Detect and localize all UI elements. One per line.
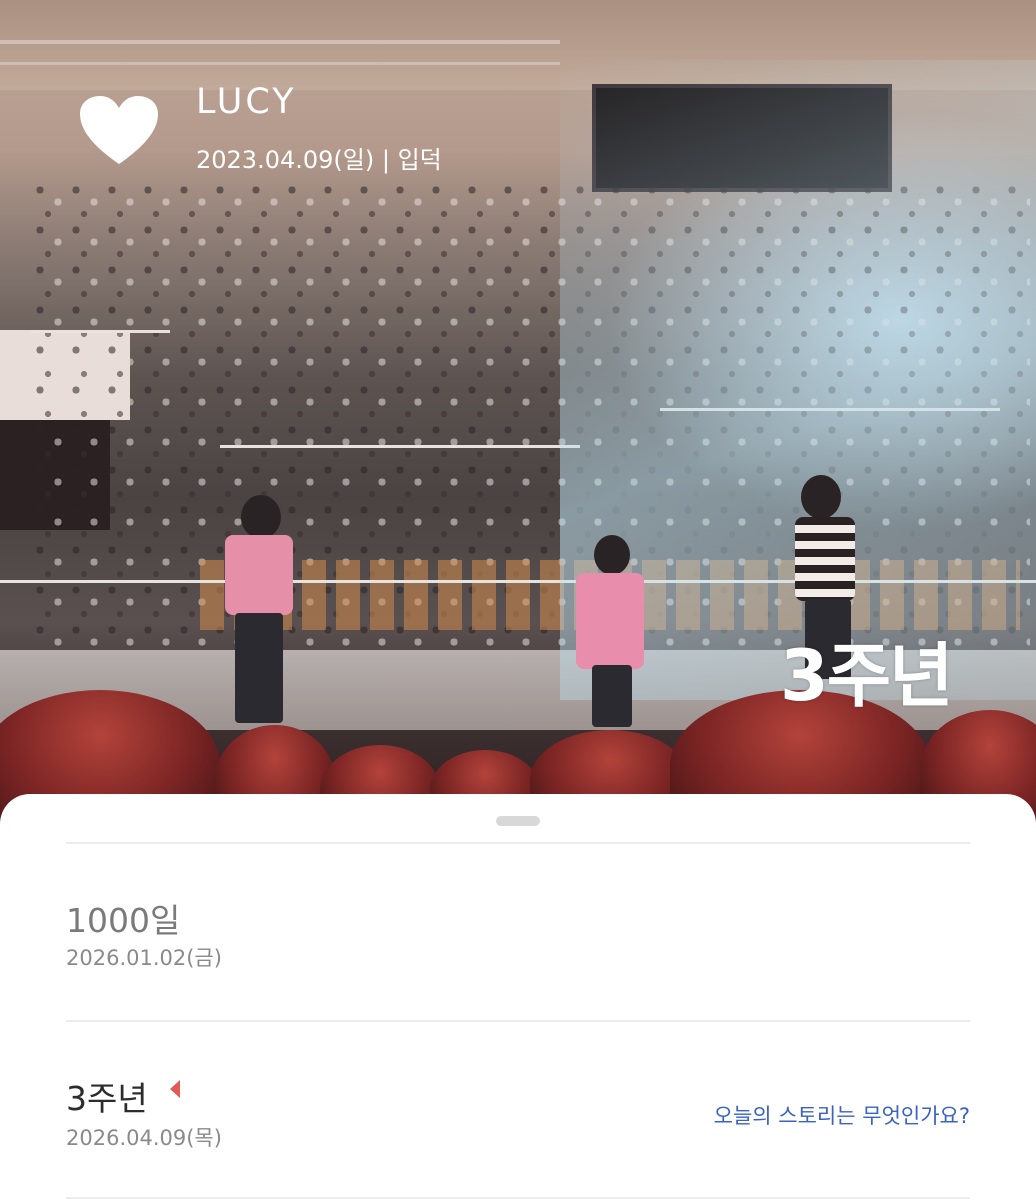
milestone-title[interactable]: 3주년 — [66, 1072, 148, 1120]
triangle-marker-icon — [170, 1080, 180, 1098]
hero-photo: LUCY 2023.04.09(일) | 입덕 3주년 — [0, 0, 1036, 830]
divider — [66, 1020, 970, 1022]
add-story-link[interactable]: 오늘의 스토리는 무엇인가요? — [714, 1100, 970, 1130]
page-title: LUCY — [196, 82, 297, 122]
ceiling-truss — [0, 40, 560, 44]
milestone-date: 2026.01.02(금) — [66, 946, 222, 970]
sheet-drag-handle[interactable] — [496, 816, 540, 826]
heart-icon — [80, 96, 158, 164]
divider — [66, 842, 970, 844]
ceiling-truss — [0, 62, 560, 65]
page-subtitle: 2023.04.09(일) | 입덕 — [196, 146, 442, 174]
milestone-date: 2026.04.09(목) — [66, 1126, 222, 1150]
bottom-sheet: 1000일 2026.01.02(금) 3주년 2026.04.09(목) 오늘… — [0, 794, 1036, 1200]
anniversary-sticker-text: 3주년 — [780, 635, 954, 717]
divider — [66, 1197, 970, 1199]
railing — [30, 330, 170, 333]
milestone-title[interactable]: 1000일 — [66, 894, 180, 942]
railing — [220, 445, 580, 448]
